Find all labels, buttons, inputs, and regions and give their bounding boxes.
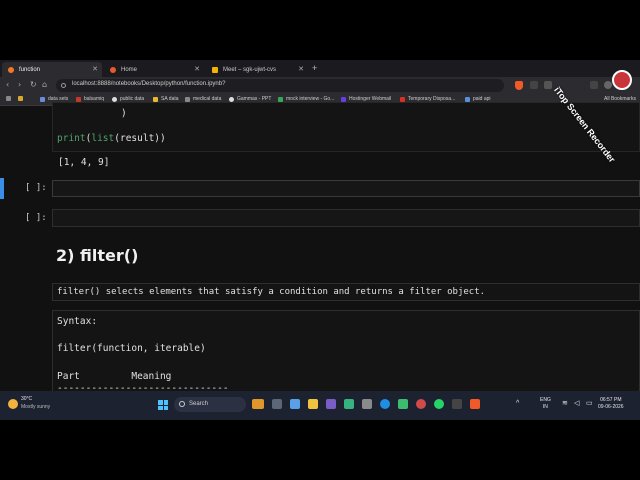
close-icon[interactable]: ✕: [92, 65, 98, 73]
markdown-cell[interactable]: filter() selects elements that satisfy a…: [52, 283, 640, 301]
chrome-icon[interactable]: [416, 399, 426, 409]
weather-temperature: 30°C: [21, 396, 33, 402]
url-text: localhost:8888/notebooks/Desktop/python/…: [72, 81, 226, 87]
search-label: Search: [189, 401, 209, 407]
tab-label: Meet – sgk-ujwt-cvs: [223, 66, 277, 73]
meet-icon: [212, 66, 218, 73]
bookmark-icon: [229, 96, 234, 102]
bookmark-icon: [40, 96, 45, 102]
copilot-icon[interactable]: [290, 399, 300, 409]
close-icon[interactable]: ✕: [194, 65, 200, 73]
bookmark-icon: [465, 96, 470, 102]
notebook-area: ) print(list(result)) [1, 4, 9] [ ]: [ ]…: [0, 102, 640, 400]
bookmark-icon: [400, 96, 405, 102]
language-region: IN: [542, 404, 548, 410]
bookmark-icon: [76, 96, 81, 102]
tab-home[interactable]: Home ✕: [104, 62, 204, 77]
whatsapp-icon[interactable]: [434, 399, 444, 409]
brave-shields-icon[interactable]: [515, 81, 523, 90]
brave-icon[interactable]: [470, 399, 480, 409]
clock-time: 06:57 PM: [600, 397, 622, 403]
apps-icon[interactable]: [6, 96, 14, 101]
code-line-print: print(list(result)): [57, 133, 166, 144]
syntax-cell[interactable]: Syntax: filter(function, iterable) Part …: [52, 310, 640, 400]
app-icon[interactable]: [326, 399, 336, 409]
bookmark-icon: [278, 96, 283, 102]
app-icon[interactable]: [344, 399, 354, 409]
chevron-up-icon[interactable]: ^: [516, 400, 519, 407]
sidebar-icon[interactable]: [590, 81, 598, 89]
task-view-icon[interactable]: [272, 399, 282, 409]
github-icon: [112, 96, 117, 102]
reload-icon[interactable]: ↻: [30, 80, 37, 89]
puzzle-icon[interactable]: [544, 81, 552, 89]
bookmark-icon: [185, 96, 190, 102]
profile-icon[interactable]: [604, 81, 612, 89]
windows-start-icon[interactable]: [158, 400, 168, 410]
filter-description: filter() selects elements that satisfy a…: [57, 287, 486, 297]
letterbox-top: [0, 0, 640, 60]
site-info-icon[interactable]: [61, 83, 66, 88]
file-explorer-icon[interactable]: [308, 399, 318, 409]
bookmark-icon: [341, 96, 346, 102]
cell-prompt: [ ]:: [25, 183, 47, 193]
search-icon: [179, 401, 185, 407]
battery-icon[interactable]: ▭: [586, 400, 593, 407]
weather-sun-icon[interactable]: [8, 399, 18, 409]
section-heading: 2) filter(): [56, 246, 139, 265]
tab-function[interactable]: function ✕: [2, 62, 102, 77]
syntax-line: filter(function, iterable): [57, 343, 206, 354]
tab-label: Home: [121, 66, 138, 73]
empty-code-cell[interactable]: [52, 180, 640, 197]
recorder-logo-icon: [612, 70, 632, 90]
navigation-bar: ‹ › ↻ ⌂ localhost:8888/notebooks/Desktop…: [0, 77, 640, 94]
letterbox-bottom: [0, 420, 640, 480]
bookmark-icon: [153, 96, 158, 102]
widget-icon[interactable]: [252, 399, 264, 409]
tab-meet[interactable]: Meet – sgk-ujwt-cvs ✕: [206, 62, 308, 77]
cell-prompt: [ ]:: [25, 213, 47, 223]
list-keyword: list: [91, 133, 115, 144]
edge-icon[interactable]: [380, 399, 390, 409]
selected-cell-indicator: [0, 178, 4, 199]
language-code: ENG: [540, 397, 551, 403]
volume-icon[interactable]: ◁: [574, 400, 579, 407]
tab-strip: function ✕ Home ✕ Meet – sgk-ujwt-cvs ✕ …: [0, 60, 640, 77]
home-icon[interactable]: ⌂: [42, 80, 47, 89]
weather-description: Mostly sunny: [21, 404, 51, 410]
folder-icon[interactable]: [18, 96, 26, 101]
empty-code-cell[interactable]: [52, 209, 640, 227]
back-icon[interactable]: ‹: [6, 80, 9, 89]
wifi-icon[interactable]: ≋: [562, 400, 568, 407]
forward-icon[interactable]: ›: [18, 80, 21, 89]
language-indicator[interactable]: ENG IN: [540, 397, 551, 411]
address-bar[interactable]: localhost:8888/notebooks/Desktop/python/…: [56, 79, 504, 92]
terminal-icon[interactable]: [452, 399, 462, 409]
tab-label: function: [19, 66, 41, 73]
cell-output: [1, 4, 9]: [58, 157, 110, 168]
windows-taskbar: 30°C Mostly sunny Search ^ ENG IN ≋ ◁ ▭ …: [0, 391, 640, 420]
jupyter-icon: [8, 66, 14, 73]
taskbar-search[interactable]: Search: [174, 397, 246, 412]
syntax-line: Part Meaning: [57, 371, 172, 382]
clock-date: 09-06-2026: [598, 404, 624, 410]
jupyter-icon: [110, 66, 116, 73]
new-tab-button[interactable]: +: [312, 63, 317, 73]
close-icon[interactable]: ✕: [298, 65, 304, 73]
print-keyword: print: [57, 133, 86, 144]
app-icon[interactable]: [362, 399, 372, 409]
screen: function ✕ Home ✕ Meet – sgk-ujwt-cvs ✕ …: [0, 60, 640, 420]
syntax-line: Syntax:: [57, 316, 98, 327]
extension-icon[interactable]: [530, 81, 538, 89]
code-cell[interactable]: ) print(list(result)): [52, 102, 640, 152]
print-argument: result: [119, 133, 155, 144]
code-line-paren: ): [121, 108, 127, 119]
clock[interactable]: 06:57 PM 09-06-2026: [598, 397, 624, 411]
app-icon[interactable]: [398, 399, 408, 409]
